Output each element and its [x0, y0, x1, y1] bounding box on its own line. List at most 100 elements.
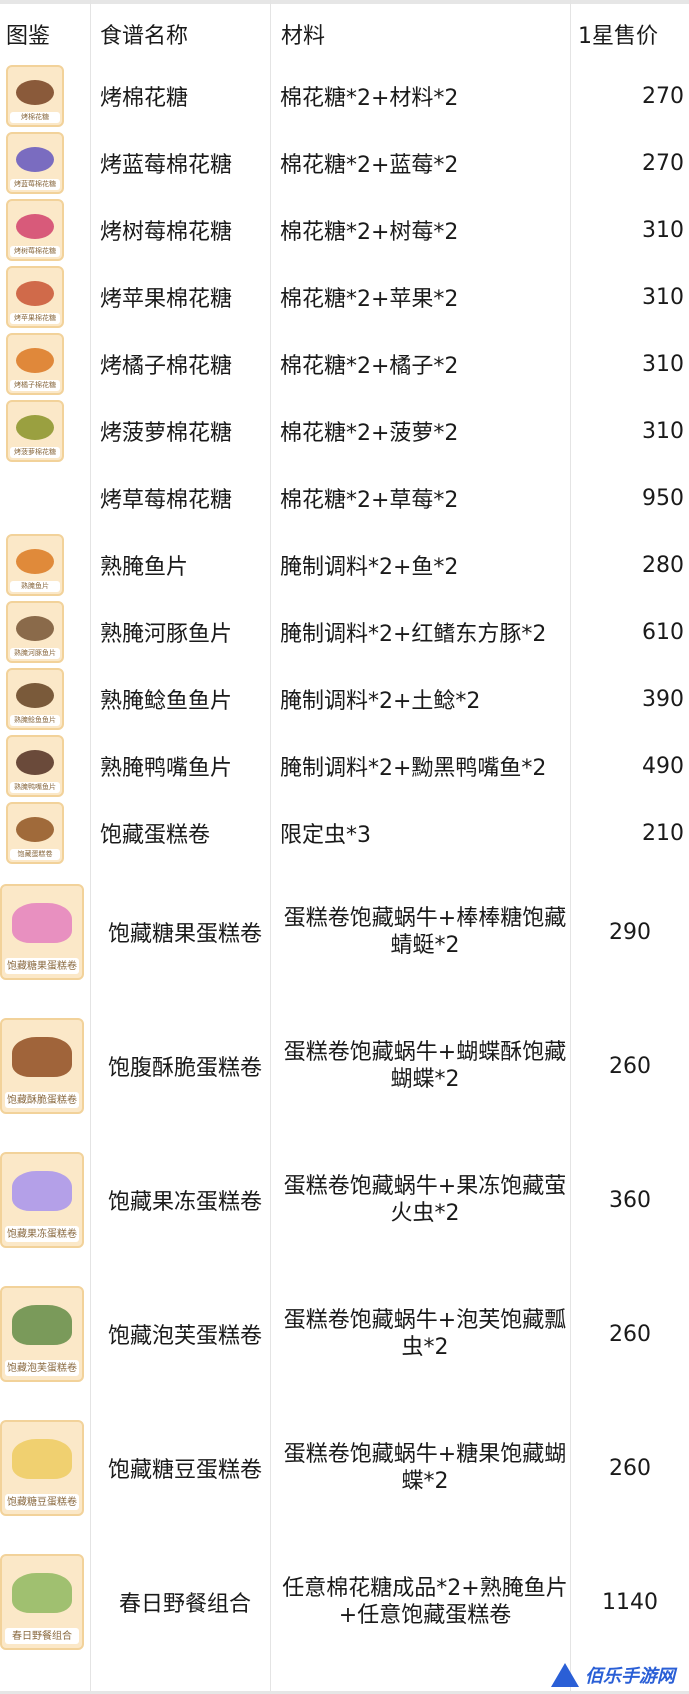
dish-image [11, 1036, 73, 1078]
header-picture: 图鉴 [6, 24, 51, 49]
recipe-name: 烤棉花糖 [100, 86, 189, 111]
dish-thumbnail: 熟腌河豚鱼片 [6, 601, 64, 663]
table-row: 饱藏果冻蛋糕卷 饱藏果冻蛋糕卷 蛋糕卷饱藏蜗牛+果冻饱藏萤火虫*2 360 [0, 1150, 689, 1250]
table-row: 饱藏酥脆蛋糕卷 饱腹酥脆蛋糕卷 蛋糕卷饱藏蜗牛+蝴蝶酥饱藏蝴蝶*2 260 [0, 1016, 689, 1116]
materials: 棉花糖*2+蓝莓*2 [280, 153, 459, 178]
materials: 蛋糕卷饱藏蜗牛+棒棒糖饱藏蜻蜓*2 [283, 906, 567, 958]
price: 310 [642, 217, 684, 243]
materials: 棉花糖*2+苹果*2 [280, 287, 459, 312]
dish-image [11, 1572, 73, 1614]
thumbnail-caption: 烤树莓棉花糖 [10, 246, 60, 257]
watermark: 佰乐手游网 [551, 1662, 675, 1688]
thumbnail-caption: 烤橘子棉花糖 [10, 380, 60, 391]
thumbnail-caption: 饱藏酥脆蛋糕卷 [5, 1091, 79, 1109]
dish-thumbnail: 烤菠萝棉花糖 [6, 400, 64, 462]
header-recipe-name: 食谱名称 [100, 24, 189, 49]
dish-thumbnail: 烤橘子棉花糖 [6, 333, 64, 395]
dish-thumbnail: 饱藏酥脆蛋糕卷 [0, 1018, 84, 1114]
table-row: 熟腌鸭嘴鱼片 熟腌鸭嘴鱼片 腌制调料*2+黝黑鸭嘴鱼*2 490 [0, 734, 689, 798]
materials: 腌制调料*2+黝黑鸭嘴鱼*2 [280, 756, 547, 781]
recipe-name: 熟腌鱼片 [100, 555, 189, 580]
table-row: 烤棉花糖 烤棉花糖 棉花糖*2+材料*2 270 [0, 64, 689, 128]
dish-image [15, 682, 55, 709]
price: 270 [642, 83, 684, 109]
table-row: 饱藏蛋糕卷 饱藏蛋糕卷 限定虫*3 210 [0, 801, 689, 865]
thumbnail-caption: 熟腌鱼片 [10, 581, 60, 592]
dish-image [11, 1438, 73, 1480]
recipe-name: 烤蓝莓棉花糖 [100, 153, 233, 178]
table-row: 烤橘子棉花糖 烤橘子棉花糖 棉花糖*2+橘子*2 310 [0, 332, 689, 396]
recipe-name: 饱藏果冻蛋糕卷 [107, 1190, 262, 1215]
dish-thumbnail: 烤棉花糖 [6, 65, 64, 127]
dish-image [11, 902, 73, 944]
recipe-name: 烤菠萝棉花糖 [100, 421, 233, 446]
thumbnail-caption: 饱藏泡芙蛋糕卷 [5, 1359, 79, 1377]
header-materials: 材料 [281, 24, 326, 49]
materials: 蛋糕卷饱藏蜗牛+糖果饱藏蝴蝶*2 [283, 1442, 567, 1494]
dish-image [15, 213, 55, 240]
dish-image [15, 749, 55, 776]
table-row: 烤苹果棉花糖 烤苹果棉花糖 棉花糖*2+苹果*2 310 [0, 265, 689, 329]
recipe-name: 饱藏泡芙蛋糕卷 [107, 1324, 262, 1349]
recipe-name: 饱藏蛋糕卷 [100, 823, 211, 848]
watermark-logo-icon [551, 1663, 579, 1687]
price: 260 [609, 1455, 651, 1481]
recipe-name: 饱藏糖果蛋糕卷 [107, 922, 262, 947]
table-row: 熟腌河豚鱼片 熟腌河豚鱼片 腌制调料*2+红鳍东方豚*2 610 [0, 600, 689, 664]
materials: 棉花糖*2+菠萝*2 [280, 421, 459, 446]
thumbnail-caption: 烤苹果棉花糖 [10, 313, 60, 324]
header-price: 1星售价 [578, 24, 658, 49]
materials: 腌制调料*2+红鳍东方豚*2 [280, 622, 547, 647]
table-row: 饱藏糖果蛋糕卷 饱藏糖果蛋糕卷 蛋糕卷饱藏蜗牛+棒棒糖饱藏蜻蜓*2 290 [0, 882, 689, 982]
price: 280 [642, 552, 684, 578]
dish-image [15, 347, 55, 374]
watermark-text: 佰乐手游网 [585, 1666, 675, 1687]
materials: 棉花糖*2+橘子*2 [280, 354, 459, 379]
price: 290 [609, 919, 651, 945]
dish-thumbnail: 熟腌鸭嘴鱼片 [6, 735, 64, 797]
recipe-name: 熟腌河豚鱼片 [100, 622, 233, 647]
table-row: 熟腌鱼片 熟腌鱼片 腌制调料*2+鱼*2 280 [0, 533, 689, 597]
price: 310 [642, 284, 684, 310]
thumbnail-caption: 熟腌鸭嘴鱼片 [10, 782, 60, 793]
dish-image [15, 615, 55, 642]
dish-image [15, 79, 55, 106]
recipe-name: 烤树莓棉花糖 [100, 220, 233, 245]
thumbnail-caption: 熟腌河豚鱼片 [10, 648, 60, 659]
dish-thumbnail: 熟腌鲶鱼鱼片 [6, 668, 64, 730]
recipe-name: 春日野餐组合 [118, 1592, 251, 1617]
top-border [0, 0, 689, 4]
table-row: 烤树莓棉花糖 烤树莓棉花糖 棉花糖*2+树莓*2 310 [0, 198, 689, 262]
price: 1140 [602, 1589, 658, 1615]
thumbnail-caption: 春日野餐组合 [5, 1627, 79, 1645]
price: 390 [642, 686, 684, 712]
price: 360 [609, 1187, 651, 1213]
materials: 蛋糕卷饱藏蜗牛+果冻饱藏萤火虫*2 [283, 1174, 567, 1226]
dish-thumbnail: 熟腌鱼片 [6, 534, 64, 596]
dish-image [11, 1170, 73, 1212]
materials: 棉花糖*2+材料*2 [280, 86, 459, 111]
recipe-name: 烤橘子棉花糖 [100, 354, 233, 379]
materials: 蛋糕卷饱藏蜗牛+泡芙饱藏瓢虫*2 [283, 1308, 567, 1360]
materials: 棉花糖*2+树莓*2 [280, 220, 459, 245]
dish-thumbnail: 饱藏蛋糕卷 [6, 802, 64, 864]
dish-image [15, 146, 55, 173]
thumbnail-caption: 烤菠萝棉花糖 [10, 447, 60, 458]
dish-thumbnail: 饱藏糖果蛋糕卷 [0, 884, 84, 980]
table-row: 饱藏糖豆蛋糕卷 饱藏糖豆蛋糕卷 蛋糕卷饱藏蜗牛+糖果饱藏蝴蝶*2 260 [0, 1418, 689, 1518]
thumbnail-caption: 熟腌鲶鱼鱼片 [10, 715, 60, 726]
dish-image [15, 816, 55, 843]
recipe-name: 烤草莓棉花糖 [100, 488, 233, 513]
recipe-name: 熟腌鲶鱼鱼片 [100, 689, 233, 714]
dish-thumbnail: 饱藏果冻蛋糕卷 [0, 1152, 84, 1248]
thumbnail-caption: 烤棉花糖 [10, 112, 60, 123]
table-row: 烤蓝莓棉花糖 烤蓝莓棉花糖 棉花糖*2+蓝莓*2 270 [0, 131, 689, 195]
thumbnail-caption: 烤蓝莓棉花糖 [10, 179, 60, 190]
materials: 蛋糕卷饱藏蜗牛+蝴蝶酥饱藏蝴蝶*2 [283, 1040, 567, 1092]
price: 310 [642, 418, 684, 444]
dish-thumbnail: 烤树莓棉花糖 [6, 199, 64, 261]
dish-image [15, 280, 55, 307]
table-row: 春日野餐组合 春日野餐组合 任意棉花糖成品*2+熟腌鱼片+任意饱藏蛋糕卷 1140 [0, 1552, 689, 1652]
table-row: 熟腌鲶鱼鱼片 熟腌鲶鱼鱼片 腌制调料*2+土鲶*2 390 [0, 667, 689, 731]
thumbnail-caption: 饱藏果冻蛋糕卷 [5, 1225, 79, 1243]
